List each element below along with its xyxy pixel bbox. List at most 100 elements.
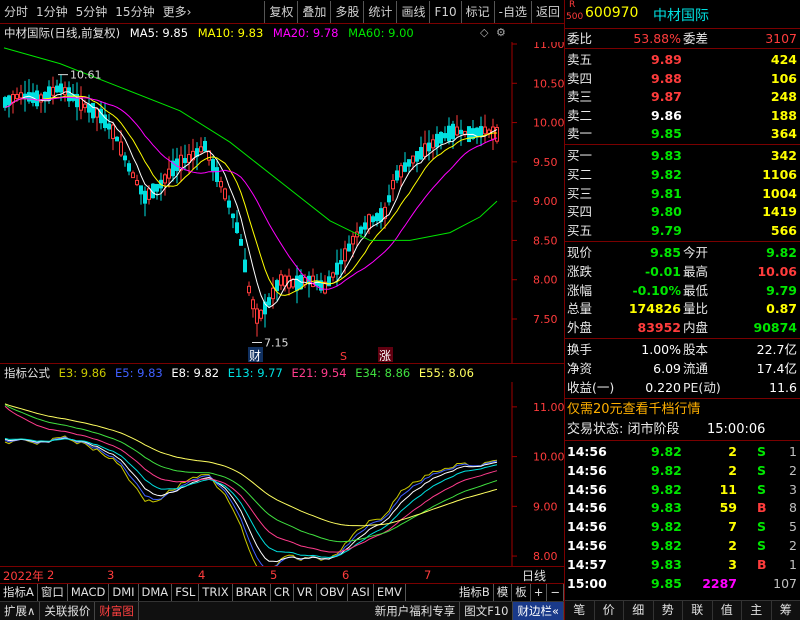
tab-dma[interactable]: DMA — [139, 584, 173, 601]
tab-bi[interactable]: 笔 — [565, 601, 595, 620]
toolbar-item-draw[interactable]: 画线 — [396, 0, 429, 23]
x-label-apr: 4 — [198, 568, 206, 582]
settings-icon[interactable]: ⚙ — [496, 26, 506, 39]
toolbar-item-15min[interactable]: 15分钟 — [111, 1, 158, 23]
candle-body — [483, 126, 487, 135]
x-label-jun: 6 — [342, 568, 350, 582]
tick-time: 14:57 — [567, 556, 607, 572]
toolbar-item-mark[interactable]: 标记 — [460, 0, 494, 23]
tab-lian[interactable]: 联 — [683, 601, 713, 620]
finance-marker[interactable]: 财 — [249, 349, 261, 363]
tab-ban[interactable]: 板 — [512, 584, 531, 601]
tab-window[interactable]: 窗口 — [38, 584, 68, 601]
tab-remove[interactable]: − — [547, 584, 564, 601]
toolbar-item-back[interactable]: 返回 — [530, 0, 564, 23]
tab-dmi[interactable]: DMI — [109, 584, 139, 601]
candle-body — [447, 125, 451, 142]
tick-time: 14:56 — [567, 519, 607, 535]
wealth-chart-button[interactable]: 财富图 — [95, 602, 139, 620]
candle-body — [359, 226, 363, 234]
sell-level-5[interactable]: 卖五 9.89 424 — [565, 51, 800, 69]
toolbar-item-overlay[interactable]: 叠加 — [297, 0, 330, 23]
toolbar-item-fuquan[interactable]: 复权 — [264, 0, 297, 23]
quote-tabs: 笔 价 细 势 联 值 主 筹 — [565, 600, 800, 620]
candle-body — [211, 159, 215, 171]
stat-value-2: 90874 — [753, 320, 798, 336]
tab-vr[interactable]: VR — [294, 584, 317, 601]
promo-row[interactable]: 仅需20元查看千档行情 — [565, 401, 800, 419]
toolbar-item-remove-watch[interactable]: -自选 — [493, 0, 531, 23]
diamond-icon[interactable]: ◇ — [480, 26, 488, 39]
fund-value: 0.220 — [645, 380, 681, 395]
candle-body — [147, 188, 151, 200]
toolbar-item-f10[interactable]: F10 — [429, 0, 460, 23]
buy-level-1[interactable]: 买一 9.83 342 — [565, 147, 800, 165]
tab-asi[interactable]: ASI — [348, 584, 374, 601]
buy-level-5[interactable]: 买五 9.79 566 — [565, 222, 800, 240]
candle-body — [115, 136, 119, 142]
toolbar-item-5min[interactable]: 5分钟 — [72, 1, 112, 23]
limit-up-marker[interactable]: 涨 — [379, 348, 391, 363]
toolbar-item-stats[interactable]: 统计 — [363, 0, 396, 23]
sell-level-price: 9.87 — [651, 89, 682, 105]
indicator-name[interactable]: 指标公式 — [4, 366, 50, 380]
toolbar-item-1min[interactable]: 1分钟 — [32, 1, 72, 23]
stat-label: 涨幅 — [567, 282, 593, 298]
tab-shi[interactable]: 势 — [654, 601, 683, 620]
tick-time: 14:56 — [567, 538, 607, 553]
f10-button[interactable]: 图文F10 — [460, 602, 514, 620]
fund-label-2: 股本 — [683, 342, 709, 357]
tab-chou[interactable]: 筹 — [772, 601, 800, 620]
sell-level-4[interactable]: 卖四 9.88 106 — [565, 70, 800, 88]
tab-indicator-a[interactable]: 指标A — [0, 584, 38, 601]
s-marker[interactable]: S — [340, 350, 347, 363]
candle-body — [267, 297, 271, 306]
new-user-promo[interactable]: 新用户福利专享 — [371, 602, 461, 620]
tab-cr[interactable]: CR — [271, 584, 294, 601]
tab-mo[interactable]: 模 — [494, 584, 513, 601]
tab-brar[interactable]: BRAR — [233, 584, 271, 601]
expand-button[interactable]: 扩展∧ — [0, 602, 41, 620]
tab-zhi[interactable]: 值 — [713, 601, 742, 620]
stat-label-2: 最低 — [683, 282, 709, 298]
tick-count: 107 — [773, 575, 797, 591]
tab-macd[interactable]: MACD — [68, 584, 110, 601]
candle-body — [343, 248, 347, 262]
stat-value: 9.85 — [650, 245, 681, 260]
tick-direction: S — [757, 481, 767, 497]
candle-body — [451, 123, 455, 140]
tab-obv[interactable]: OBV — [317, 584, 349, 601]
toolbar-item-multi[interactable]: 多股 — [330, 0, 363, 23]
tab-trix[interactable]: TRIX — [199, 584, 233, 601]
tick-time: 14:56 — [567, 444, 607, 459]
stat-label-2: 量比 — [683, 301, 709, 317]
buy-level-3[interactable]: 买三 9.81 1004 — [565, 185, 800, 203]
tick-volume: 11 — [719, 481, 737, 497]
sell-level-1[interactable]: 卖一 9.85 364 — [565, 125, 800, 143]
tab-emv[interactable]: EMV — [374, 584, 406, 601]
weibi-label: 委比 — [567, 31, 593, 46]
period-label[interactable]: 日线 — [522, 567, 546, 584]
buy-level-4[interactable]: 买四 9.80 1419 — [565, 203, 800, 221]
legend-e5: E5: 9.83 — [115, 366, 163, 380]
promo-text[interactable]: 仅需20元查看千档行情 — [567, 401, 701, 419]
toolbar-item-more[interactable]: 更多› — [159, 1, 196, 23]
tab-indicator-b[interactable]: 指标B — [456, 584, 494, 601]
sidebar-toggle[interactable]: 财边栏« — [513, 602, 564, 620]
buy-level-2[interactable]: 买二 9.82 1106 — [565, 166, 800, 184]
tab-add[interactable]: + — [531, 584, 548, 601]
candle-body — [275, 280, 279, 292]
candle-body — [339, 260, 343, 265]
candle-body — [111, 124, 115, 139]
sell-level-2[interactable]: 卖二 9.86 188 — [565, 107, 800, 125]
stat-value-2: 0.87 — [766, 301, 797, 317]
sell-level-3[interactable]: 卖三 9.87 248 — [565, 88, 800, 106]
tab-fsl[interactable]: FSL — [172, 584, 200, 601]
tab-xi[interactable]: 细 — [624, 601, 654, 620]
tab-zhu[interactable]: 主 — [742, 601, 772, 620]
toolbar-item-fenshi[interactable]: 分时 — [0, 1, 32, 23]
tab-jia[interactable]: 价 — [595, 601, 624, 620]
candle-body — [259, 309, 263, 319]
related-quote-button[interactable]: 关联报价 — [40, 602, 96, 620]
main-chart-legend: 中材国际(日线,前复权) MA5: 9.85 MA10: 9.83 MA20: … — [0, 24, 512, 42]
